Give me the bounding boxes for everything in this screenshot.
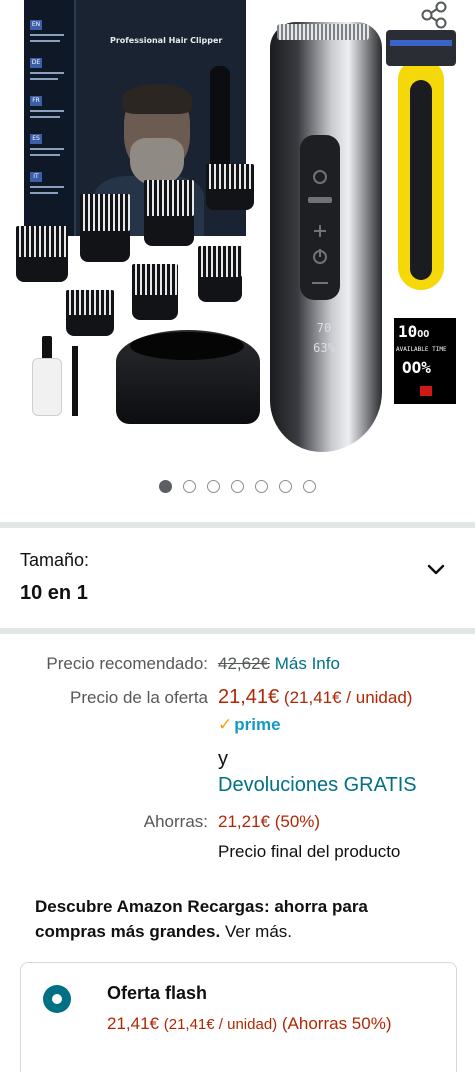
carousel-dot[interactable] — [159, 480, 172, 493]
prime-check-icon: ✓ — [218, 715, 233, 734]
shaver-image — [386, 30, 456, 290]
offer-card-price-value: 21,41€ — [107, 1014, 159, 1033]
box-flag-it: IT — [30, 172, 42, 182]
guide-comb — [144, 180, 194, 246]
carousel-dot[interactable] — [207, 480, 220, 493]
promo-see-more-link[interactable]: Ver más. — [225, 922, 292, 941]
free-returns-link[interactable]: Devoluciones GRATIS — [218, 774, 417, 797]
carousel-dot[interactable] — [279, 480, 292, 493]
box-clipper-image — [210, 66, 230, 176]
offer-card-unit-price: (21,41€ / unidad) — [163, 1016, 278, 1033]
recommended-price-row: Precio recomendado: 42,62€ Más Info — [0, 654, 475, 678]
savings-label: Ahorras: — [143, 812, 208, 831]
offer-price-row: Precio de la oferta 21,41€ (21,41€ / uni… — [0, 686, 475, 714]
led-time: 70 — [316, 321, 332, 335]
led-battery: 63% — [313, 341, 335, 355]
savings-row: Ahorras: 21,21€ (50%) — [0, 812, 475, 836]
recommended-price-label: Precio recomendado: — [46, 654, 208, 673]
display-time: 10 — [398, 322, 418, 341]
chevron-down-icon — [427, 564, 445, 575]
guide-comb — [132, 264, 178, 320]
size-selector[interactable]: Tamaño: 10 en 1 — [0, 530, 475, 628]
display-percent: OO% — [402, 358, 431, 377]
clipper-led-display: 70 63% — [298, 318, 350, 378]
prime-label: prime — [234, 715, 281, 734]
box-flag-fr: FR — [30, 96, 42, 106]
flash-offer-card[interactable]: Oferta flash 21,41€ (21,41€ / unidad) (A… — [20, 962, 457, 1072]
guide-comb — [66, 290, 114, 336]
offer-unit-price: (21,41€ / unidad) — [283, 688, 413, 707]
guide-comb — [80, 194, 130, 262]
guide-comb — [16, 226, 68, 282]
box-flag-en: EN — [30, 20, 42, 30]
share-icon — [421, 1, 447, 29]
guide-comb — [206, 164, 254, 210]
offer-price-values: 21,41€ (21,41€ / unidad) — [218, 686, 412, 709]
image-carousel-dots — [0, 480, 475, 496]
clipper-control-panel — [300, 135, 340, 300]
prime-badge: ✓ prime — [218, 715, 281, 735]
clipper-blade — [277, 24, 369, 40]
carousel-dot[interactable] — [183, 480, 196, 493]
offer-price-label: Precio de la oferta — [70, 688, 208, 707]
section-divider — [0, 628, 475, 634]
offer-card-title: Oferta flash — [107, 983, 208, 1003]
display-label: AVAILABLE TIME — [396, 346, 447, 353]
offer-radio-button[interactable] — [43, 985, 71, 1013]
promo-text: Descubre Amazon Recargas: ahorra para co… — [35, 897, 368, 941]
offer-card-price: 21,41€ (21,41€ / unidad) (Ahorras 50%) — [107, 1011, 417, 1037]
more-info-link[interactable]: Más Info — [275, 654, 340, 673]
amazon-reload-promo[interactable]: Descubre Amazon Recargas: ahorra para co… — [35, 894, 435, 944]
box-flag-de: DE — [30, 58, 42, 68]
carousel-dot[interactable] — [303, 480, 316, 493]
size-value: 10 en 1 — [20, 582, 88, 604]
model-beard — [130, 138, 184, 186]
charging-base-slot — [130, 332, 244, 360]
battery-display-inset: 10OO AVAILABLE TIME OO% — [394, 318, 456, 404]
carousel-dot[interactable] — [255, 480, 268, 493]
box-side-panel: EN DE FR ES IT — [24, 0, 76, 236]
box-title: Professional Hair Clipper — [110, 36, 223, 45]
cleaning-brush-image — [72, 346, 78, 416]
model-hair — [122, 84, 192, 114]
guide-comb — [198, 246, 242, 302]
size-label: Tamaño: — [20, 550, 90, 570]
recommended-price: 42,62€ — [218, 654, 270, 673]
battery-icon — [420, 386, 432, 396]
recommended-price-values: 42,62€ Más Info — [218, 654, 340, 674]
offer-price: 21,41€ — [218, 686, 280, 708]
display-time-sub: OO — [417, 329, 430, 340]
savings-value: 21,21€ (50%) — [218, 812, 321, 831]
share-button[interactable] — [414, 0, 454, 30]
carousel-dot[interactable] — [231, 480, 244, 493]
product-image-gallery[interactable]: EN DE FR ES IT Professional Hair Clipper — [0, 0, 475, 470]
and-text: y — [218, 748, 228, 770]
final-price-note: Precio final del producto — [218, 842, 401, 861]
offer-card-savings: (Ahorras 50%) — [281, 1014, 392, 1033]
box-flag-es: ES — [30, 134, 42, 144]
power-button-icon — [308, 170, 332, 284]
oil-bottle-image — [32, 336, 62, 416]
section-divider — [0, 522, 475, 528]
